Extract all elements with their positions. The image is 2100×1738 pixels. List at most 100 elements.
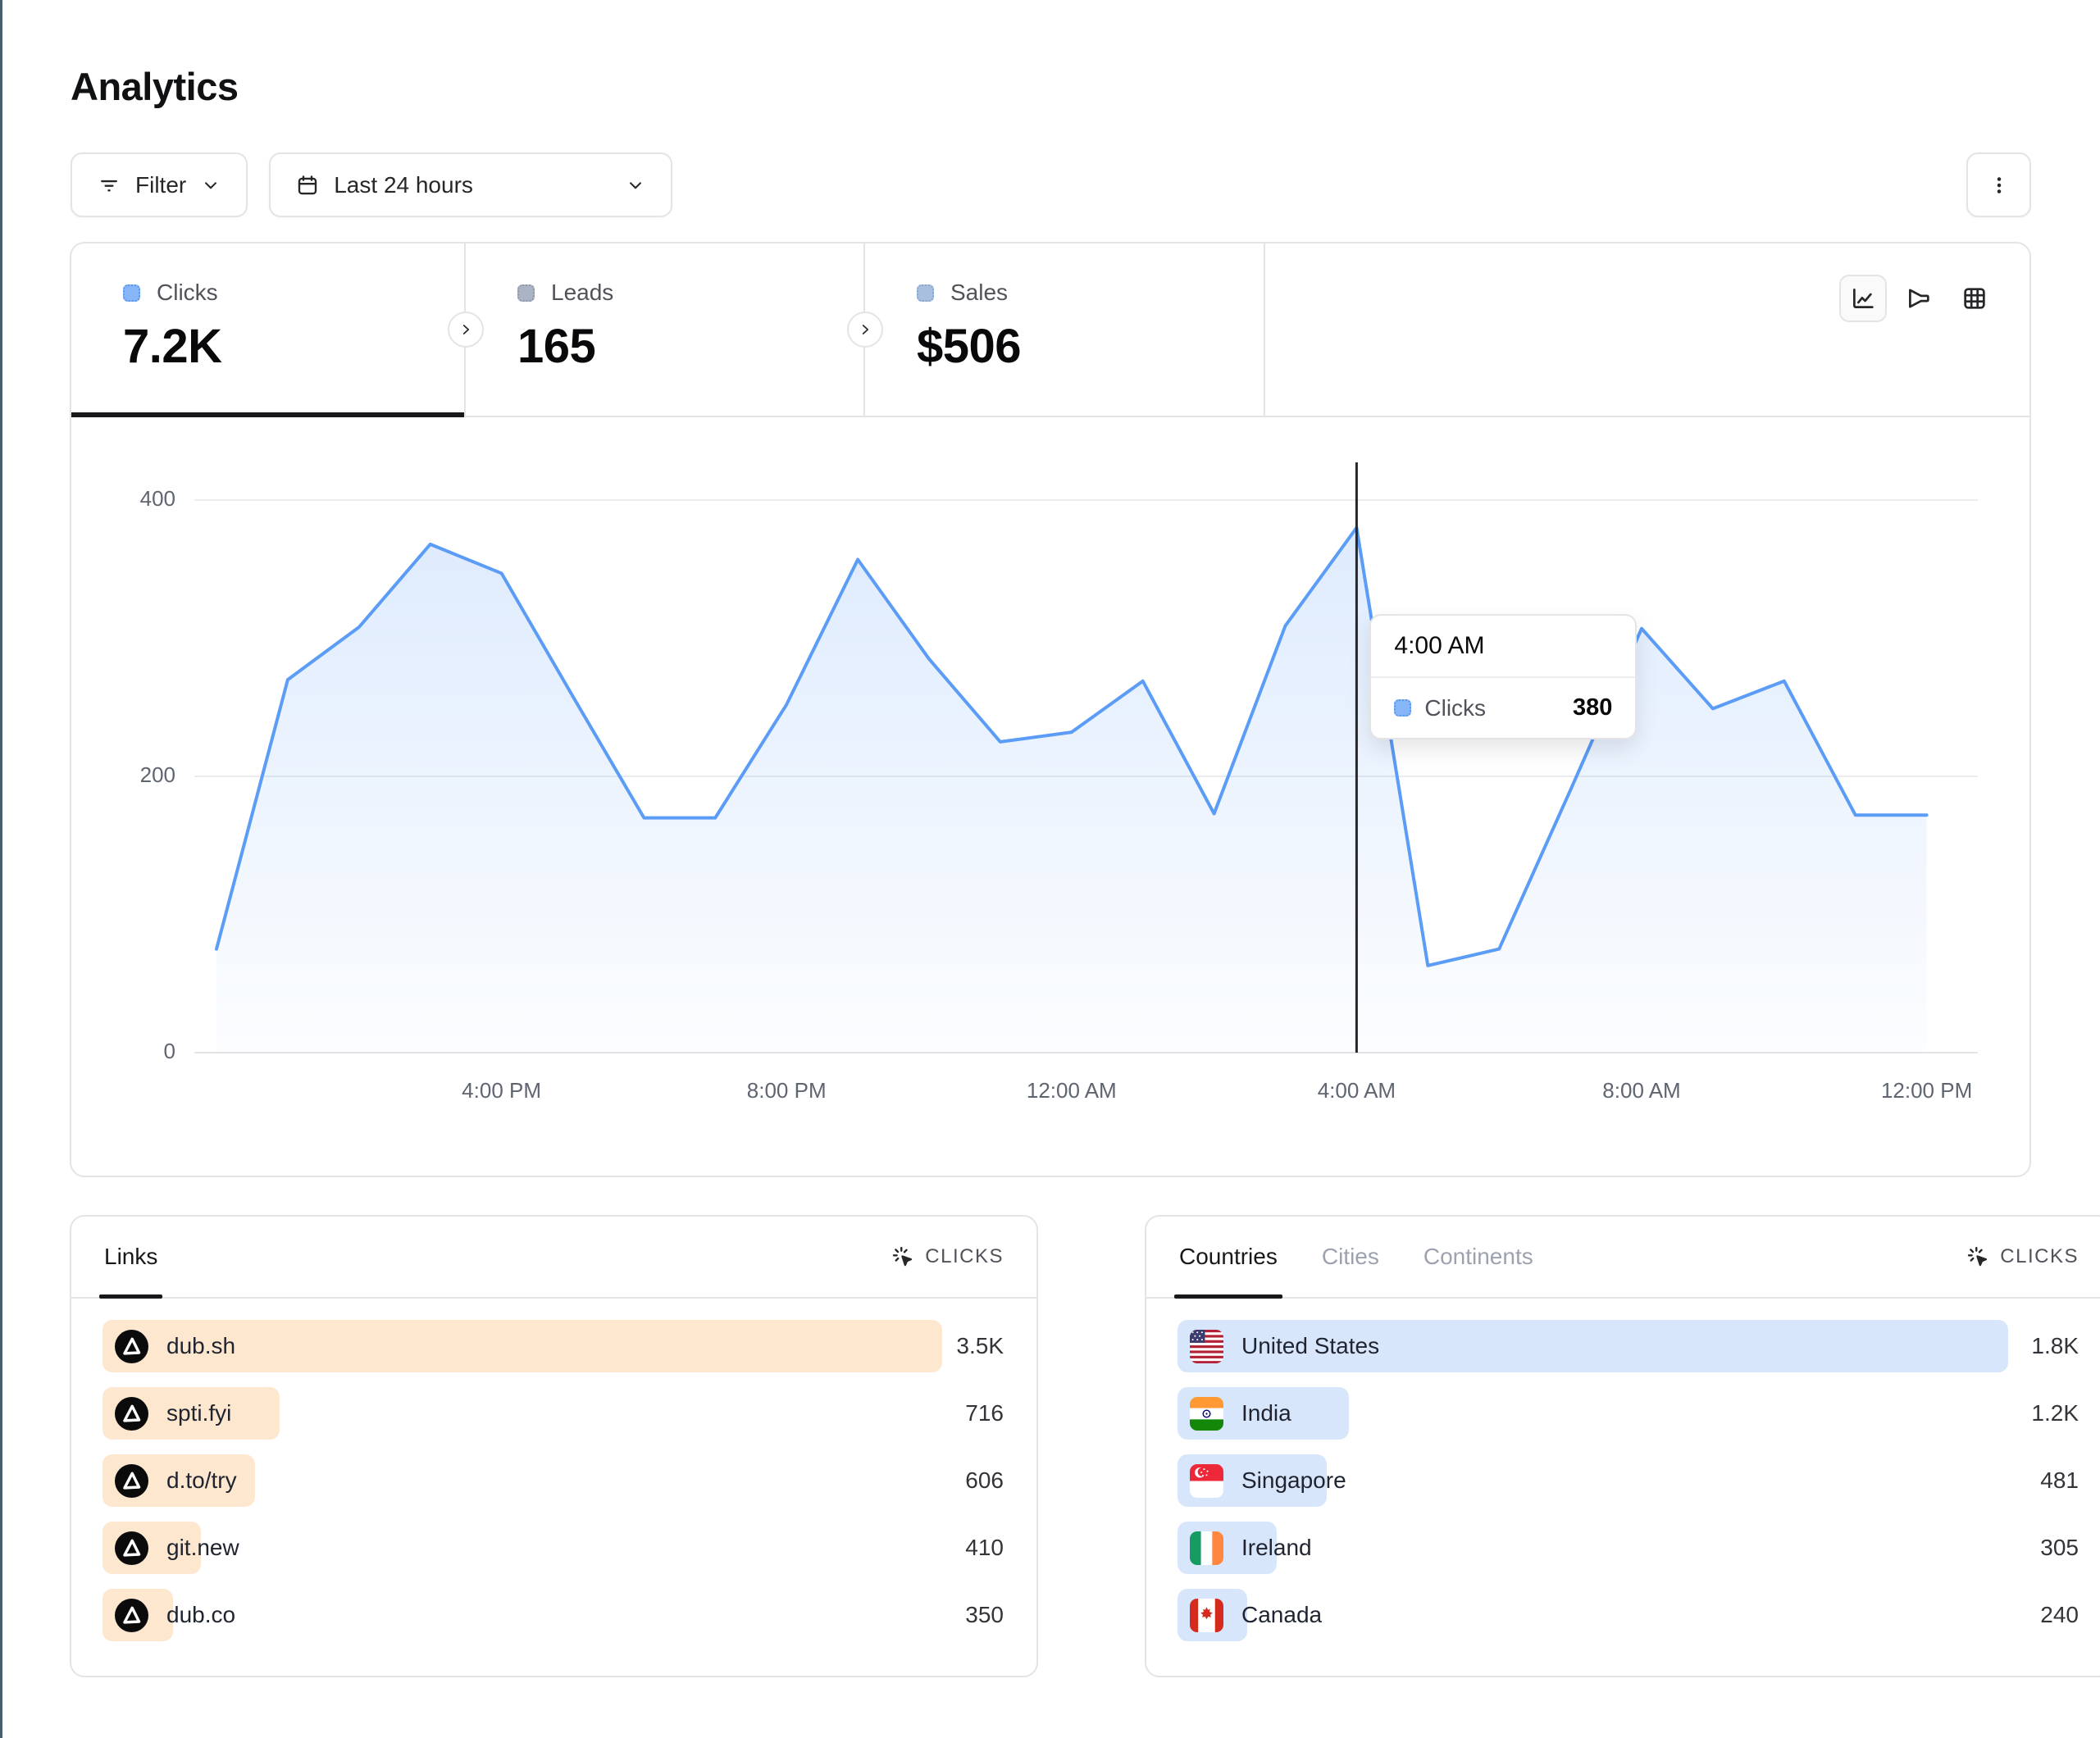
calendar-icon <box>295 173 320 198</box>
toolbar: Filter Last 24 hours <box>71 152 672 217</box>
line-chart-view-button[interactable] <box>1839 275 1887 322</box>
countries-metric-selector[interactable]: CLICKS <box>1966 1217 2079 1297</box>
us-flag-icon <box>1190 1330 1223 1363</box>
dub-logo-icon <box>115 1330 148 1363</box>
links-panel: Links CLICKS dub.sh3.5K spti.fyi 716 d.to/t… <box>70 1215 1038 1677</box>
item-label: United States <box>1241 1333 1379 1359</box>
item-value: 410 <box>965 1535 1004 1561</box>
expand-leads-sales-button[interactable] <box>847 312 883 348</box>
filter-button-label: Filter <box>135 172 186 198</box>
tooltip-time: 4:00 AM <box>1371 616 1635 678</box>
item-label: git.new <box>166 1535 239 1561</box>
dub-logo-icon <box>115 1397 148 1431</box>
filter-button[interactable]: Filter <box>71 152 248 217</box>
stats-tabs-row: Clicks 7.2K Leads 165 Sales $506 <box>71 243 2029 417</box>
tab-leads[interactable]: Leads 165 <box>466 243 865 416</box>
chart-tooltip: 4:00 AM Clicks 380 <box>1369 614 1637 739</box>
sg-flag-icon <box>1190 1464 1223 1498</box>
ie-flag-icon <box>1190 1531 1223 1565</box>
more-options-button[interactable] <box>1966 152 2031 217</box>
dub-logo-icon <box>115 1599 148 1632</box>
clicks-label: Clicks <box>157 280 218 306</box>
list-item[interactable]: dub.sh3.5K <box>102 1320 1005 1372</box>
svg-text:400: 400 <box>140 486 175 511</box>
svg-text:4:00 PM: 4:00 PM <box>462 1078 541 1103</box>
chart-type-switch <box>1839 275 1998 322</box>
table-view-button[interactable] <box>1951 275 1998 322</box>
item-value: 481 <box>2040 1467 2079 1494</box>
list-item[interactable]: git.new 410 <box>102 1522 1005 1574</box>
links-list: dub.sh3.5K spti.fyi 716 d.to/try 606 git.new 4… <box>71 1299 1036 1641</box>
date-range-button[interactable]: Last 24 hours <box>269 152 672 217</box>
item-value: 1.8K <box>2031 1333 2079 1359</box>
tooltip-series-label: Clicks <box>1424 695 1560 721</box>
leads-legend-square <box>517 284 535 302</box>
funnel-chart-icon <box>1905 284 1933 312</box>
links-metric-selector[interactable]: CLICKS <box>891 1217 1004 1297</box>
tooltip-value: 380 <box>1573 694 1612 721</box>
tab-continents[interactable]: Continents <box>1424 1217 1533 1297</box>
clicks-legend-square <box>123 284 140 302</box>
countries-panel-header: Countries Cities Continents CLICKS <box>1146 1217 2100 1299</box>
clicks-area-chart[interactable]: 02004004:00 PM8:00 PM12:00 AM4:00 AM8:00… <box>71 417 2029 1176</box>
item-label: d.to/try <box>166 1467 237 1494</box>
dub-logo-icon <box>115 1464 148 1498</box>
leads-value: 165 <box>517 319 863 374</box>
click-cursor-icon <box>891 1244 915 1269</box>
tooltip-legend-square <box>1394 699 1411 717</box>
grid-table-icon <box>1961 284 1988 312</box>
item-label: Singapore <box>1241 1467 1346 1494</box>
item-value: 716 <box>965 1400 1004 1426</box>
chevron-down-icon <box>200 175 221 196</box>
item-label: dub.co <box>166 1602 235 1628</box>
tab-sales[interactable]: Sales $506 <box>865 243 1265 416</box>
countries-panel: Countries Cities Continents CLICKS Unite… <box>1145 1215 2100 1677</box>
expand-clicks-leads-button[interactable] <box>448 312 484 348</box>
links-panel-header: Links CLICKS <box>71 1217 1036 1299</box>
list-item[interactable]: spti.fyi 716 <box>102 1387 1005 1440</box>
links-metric-label: CLICKS <box>925 1245 1004 1268</box>
ca-flag-icon <box>1190 1599 1223 1632</box>
list-item[interactable]: Singapore 481 <box>1178 1454 2080 1507</box>
item-label: India <box>1241 1400 1291 1426</box>
item-value: 240 <box>2040 1602 2079 1628</box>
window-edge-accent <box>0 0 2 1738</box>
countries-list: United States 1.8K India 1.2K Singapore 481 Ir… <box>1146 1299 2100 1641</box>
analytics-card: Clicks 7.2K Leads 165 Sales $506 <box>70 242 2031 1177</box>
item-value: 606 <box>965 1467 1004 1494</box>
item-label: spti.fyi <box>166 1400 231 1426</box>
svg-text:200: 200 <box>140 762 175 787</box>
svg-text:4:00 AM: 4:00 AM <box>1318 1078 1396 1103</box>
tab-clicks[interactable]: Clicks 7.2K <box>71 243 466 416</box>
item-value: 350 <box>965 1602 1004 1628</box>
list-item[interactable]: dub.co 350 <box>102 1589 1005 1641</box>
tab-countries[interactable]: Countries <box>1179 1217 1278 1297</box>
filter-icon <box>97 173 121 198</box>
list-item[interactable]: Canada 240 <box>1178 1589 2080 1641</box>
list-item[interactable]: d.to/try 606 <box>102 1454 1005 1507</box>
chevron-right-icon <box>856 321 874 339</box>
list-item[interactable]: United States 1.8K <box>1178 1320 2080 1372</box>
svg-text:8:00 PM: 8:00 PM <box>747 1078 827 1103</box>
item-value: 305 <box>2040 1535 2079 1561</box>
item-label: Ireland <box>1241 1535 1312 1561</box>
item-label: Canada <box>1241 1602 1322 1628</box>
line-chart-icon <box>1849 284 1877 312</box>
list-item[interactable]: Ireland 305 <box>1178 1522 2080 1574</box>
svg-text:12:00 AM: 12:00 AM <box>1027 1078 1117 1103</box>
funnel-view-button[interactable] <box>1895 275 1943 322</box>
chart-canvas: 02004004:00 PM8:00 PM12:00 AM4:00 AM8:00… <box>71 417 2029 1176</box>
svg-text:0: 0 <box>164 1039 175 1063</box>
item-label: dub.sh <box>166 1333 235 1359</box>
in-flag-icon <box>1190 1397 1223 1431</box>
list-item[interactable]: India 1.2K <box>1178 1387 2080 1440</box>
leads-label: Leads <box>551 280 613 306</box>
date-range-label: Last 24 hours <box>334 172 473 198</box>
item-value: 1.2K <box>2031 1400 2079 1426</box>
chevron-down-icon <box>625 175 646 196</box>
sales-label: Sales <box>950 280 1008 306</box>
tab-links[interactable]: Links <box>104 1217 157 1297</box>
countries-metric-label: CLICKS <box>2000 1245 2079 1268</box>
sales-legend-square <box>917 284 934 302</box>
tab-cities[interactable]: Cities <box>1322 1217 1379 1297</box>
